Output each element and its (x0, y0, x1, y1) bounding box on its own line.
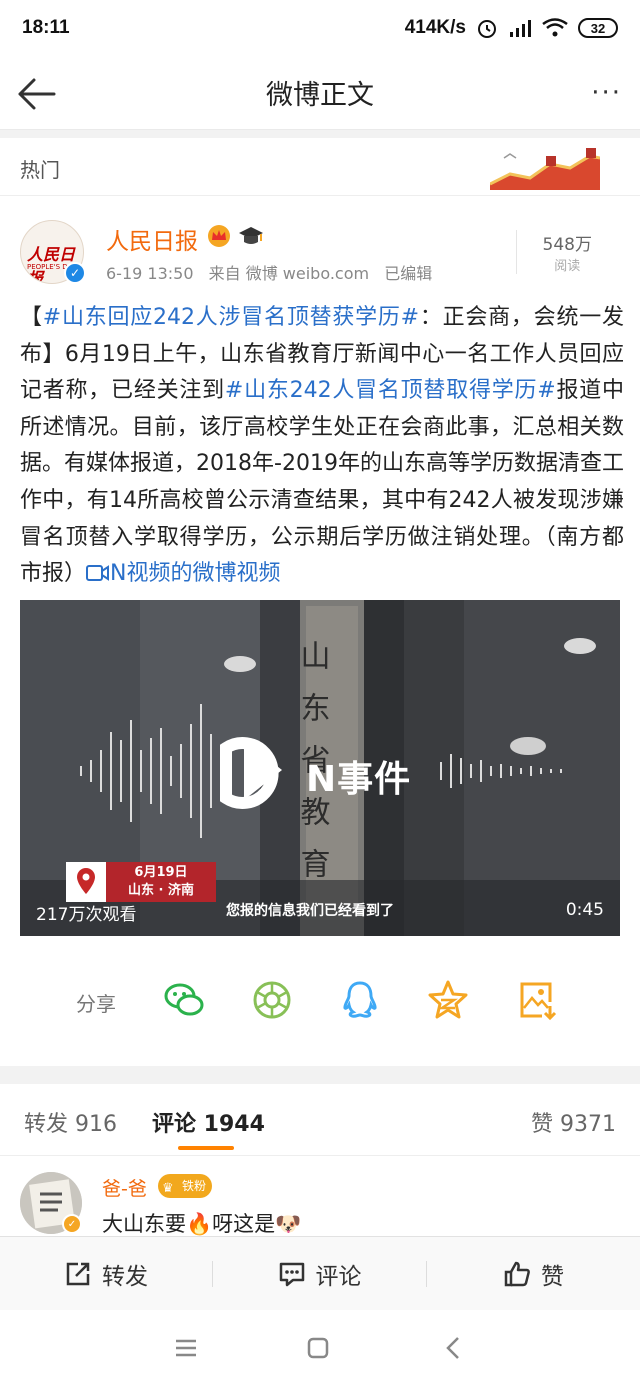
post-text-part: 【 (20, 305, 43, 330)
action-bar: 转发 评论 赞 (0, 1236, 640, 1310)
hashtag-link[interactable]: #山东242人冒名顶替取得学历# (225, 378, 556, 403)
hashtag-link[interactable]: #山东回应242人涉冒名顶替获学历# (43, 305, 419, 330)
repost-label: 转发 (102, 1264, 148, 1290)
comment-icon (279, 1262, 304, 1287)
video-link[interactable]: N视频的微博视频 (86, 561, 280, 586)
section-divider (0, 130, 640, 138)
tab-comment[interactable]: 评论 1944 (152, 1106, 265, 1138)
thumbs-up-icon (504, 1261, 530, 1287)
read-count-number: 548万 (542, 235, 592, 255)
video-subtitle: 您报的信息我们已经看到了 (226, 903, 394, 919)
location-tag: 6月19日 山东 · 济南 (66, 862, 216, 902)
share-label: 分享 (76, 992, 116, 1016)
more-options-icon[interactable]: ··· (591, 78, 622, 108)
signal-icon (510, 20, 531, 37)
graduation-cap-icon (239, 227, 263, 244)
home-icon[interactable] (302, 1332, 334, 1364)
location-place: 山东 · 济南 (128, 883, 194, 898)
system-nav-bar (0, 1310, 640, 1386)
repost-icon (66, 1262, 90, 1286)
video-link-icon (86, 565, 110, 582)
net-speed: 414K/s (404, 17, 466, 38)
read-count: 548万 阅读 (515, 230, 592, 274)
wechat-icon[interactable] (162, 978, 206, 1022)
comment-label: 评论 (315, 1264, 362, 1290)
status-icons: 414K/s 32 (405, 17, 618, 39)
tab-like[interactable]: 赞 9371 (531, 1106, 616, 1138)
post-author: 人民日报 PEOPLE'S DAILY ✓ 人民日报 6-19 13:50 来自… (0, 210, 640, 290)
battery-level: 32 (590, 20, 606, 36)
status-bar: 18:11 414K/s 32 (0, 0, 640, 56)
fan-crown-icon: ♛ (162, 1181, 174, 1196)
comment-item: ✓ 爸-爸 ♛ 铁粉 大山东要🔥呀这是🐶 (0, 1160, 640, 1240)
video-logo-text: N事件 (306, 759, 412, 800)
fan-badge-label: 铁粉 (182, 1179, 207, 1193)
comment-button[interactable]: 评论 (213, 1237, 426, 1311)
repost-button[interactable]: 转发 (0, 1237, 212, 1311)
back-arrow-icon[interactable] (14, 74, 58, 114)
location-date: 6月19日 (134, 865, 188, 880)
location-info: 6月19日 山东 · 济南 (106, 862, 216, 902)
save-image-icon[interactable] (514, 978, 558, 1022)
page-title: 微博正文 (266, 80, 374, 111)
battery-icon: 32 (578, 18, 618, 38)
location-pin-icon (66, 862, 106, 902)
active-tab-indicator (178, 1146, 234, 1150)
wifi-icon (542, 18, 568, 37)
post-body: 【#山东回应242人涉冒名顶替获学历#：正会商，会统一发布】6月19日上午，山东… (20, 300, 624, 593)
post-text-part: 报道中所述情况。目前，该厅高校学生处正在会商此事，汇总相关数据。有媒体报道，20… (20, 378, 624, 587)
read-count-label: 阅读 (554, 259, 581, 274)
nav-bar: 微博正文 ··· (0, 56, 640, 130)
section-divider (0, 1066, 640, 1084)
back-icon[interactable] (438, 1332, 470, 1364)
post-date: 6-19 13:50 (106, 264, 194, 283)
menu-icon[interactable] (170, 1332, 202, 1364)
video-duration: 0:45 (565, 900, 604, 920)
post-meta: 6-19 13:50 来自 微博 weibo.com 已编辑 (106, 260, 442, 284)
tab-repost[interactable]: 转发 916 (24, 1106, 117, 1138)
alarm-icon (478, 20, 496, 38)
moments-icon[interactable] (250, 978, 294, 1022)
video-views: 217万次观看 (36, 905, 137, 925)
commenter-name[interactable]: 爸-爸 (102, 1174, 147, 1201)
like-button[interactable]: 赞 (427, 1237, 640, 1311)
video-link-text: N视频的微博视频 (110, 561, 281, 587)
qzone-star-icon[interactable] (426, 978, 470, 1022)
video-player[interactable]: 山东省教育 N事件 6月19日 山东 · 济南 217万次观看 您报的信息我们已… (20, 600, 620, 936)
commenter-verified-icon: ✓ (62, 1214, 82, 1234)
verified-badge-icon: ✓ (64, 262, 86, 284)
author-name[interactable]: 人民日报 (106, 222, 198, 256)
share-bar: 分享 (0, 970, 640, 1030)
status-time: 18:11 (22, 17, 70, 38)
crown-icon (208, 225, 230, 247)
interaction-tabs: 转发 916 评论 1944 赞 9371 (0, 1084, 640, 1156)
hot-header: 热门 (0, 138, 640, 196)
fan-badge: ♛ 铁粉 (158, 1174, 212, 1198)
comment-text: 大山东要🔥呀这是🐶 (102, 1212, 302, 1236)
post-source: 来自 微博 weibo.com (208, 264, 370, 283)
post-edited: 已编辑 (384, 264, 433, 283)
like-label: 赞 (541, 1264, 564, 1290)
great-wall-decoration-icon (490, 148, 600, 190)
hot-label: 热门 (20, 158, 60, 182)
qq-icon[interactable] (338, 978, 382, 1022)
